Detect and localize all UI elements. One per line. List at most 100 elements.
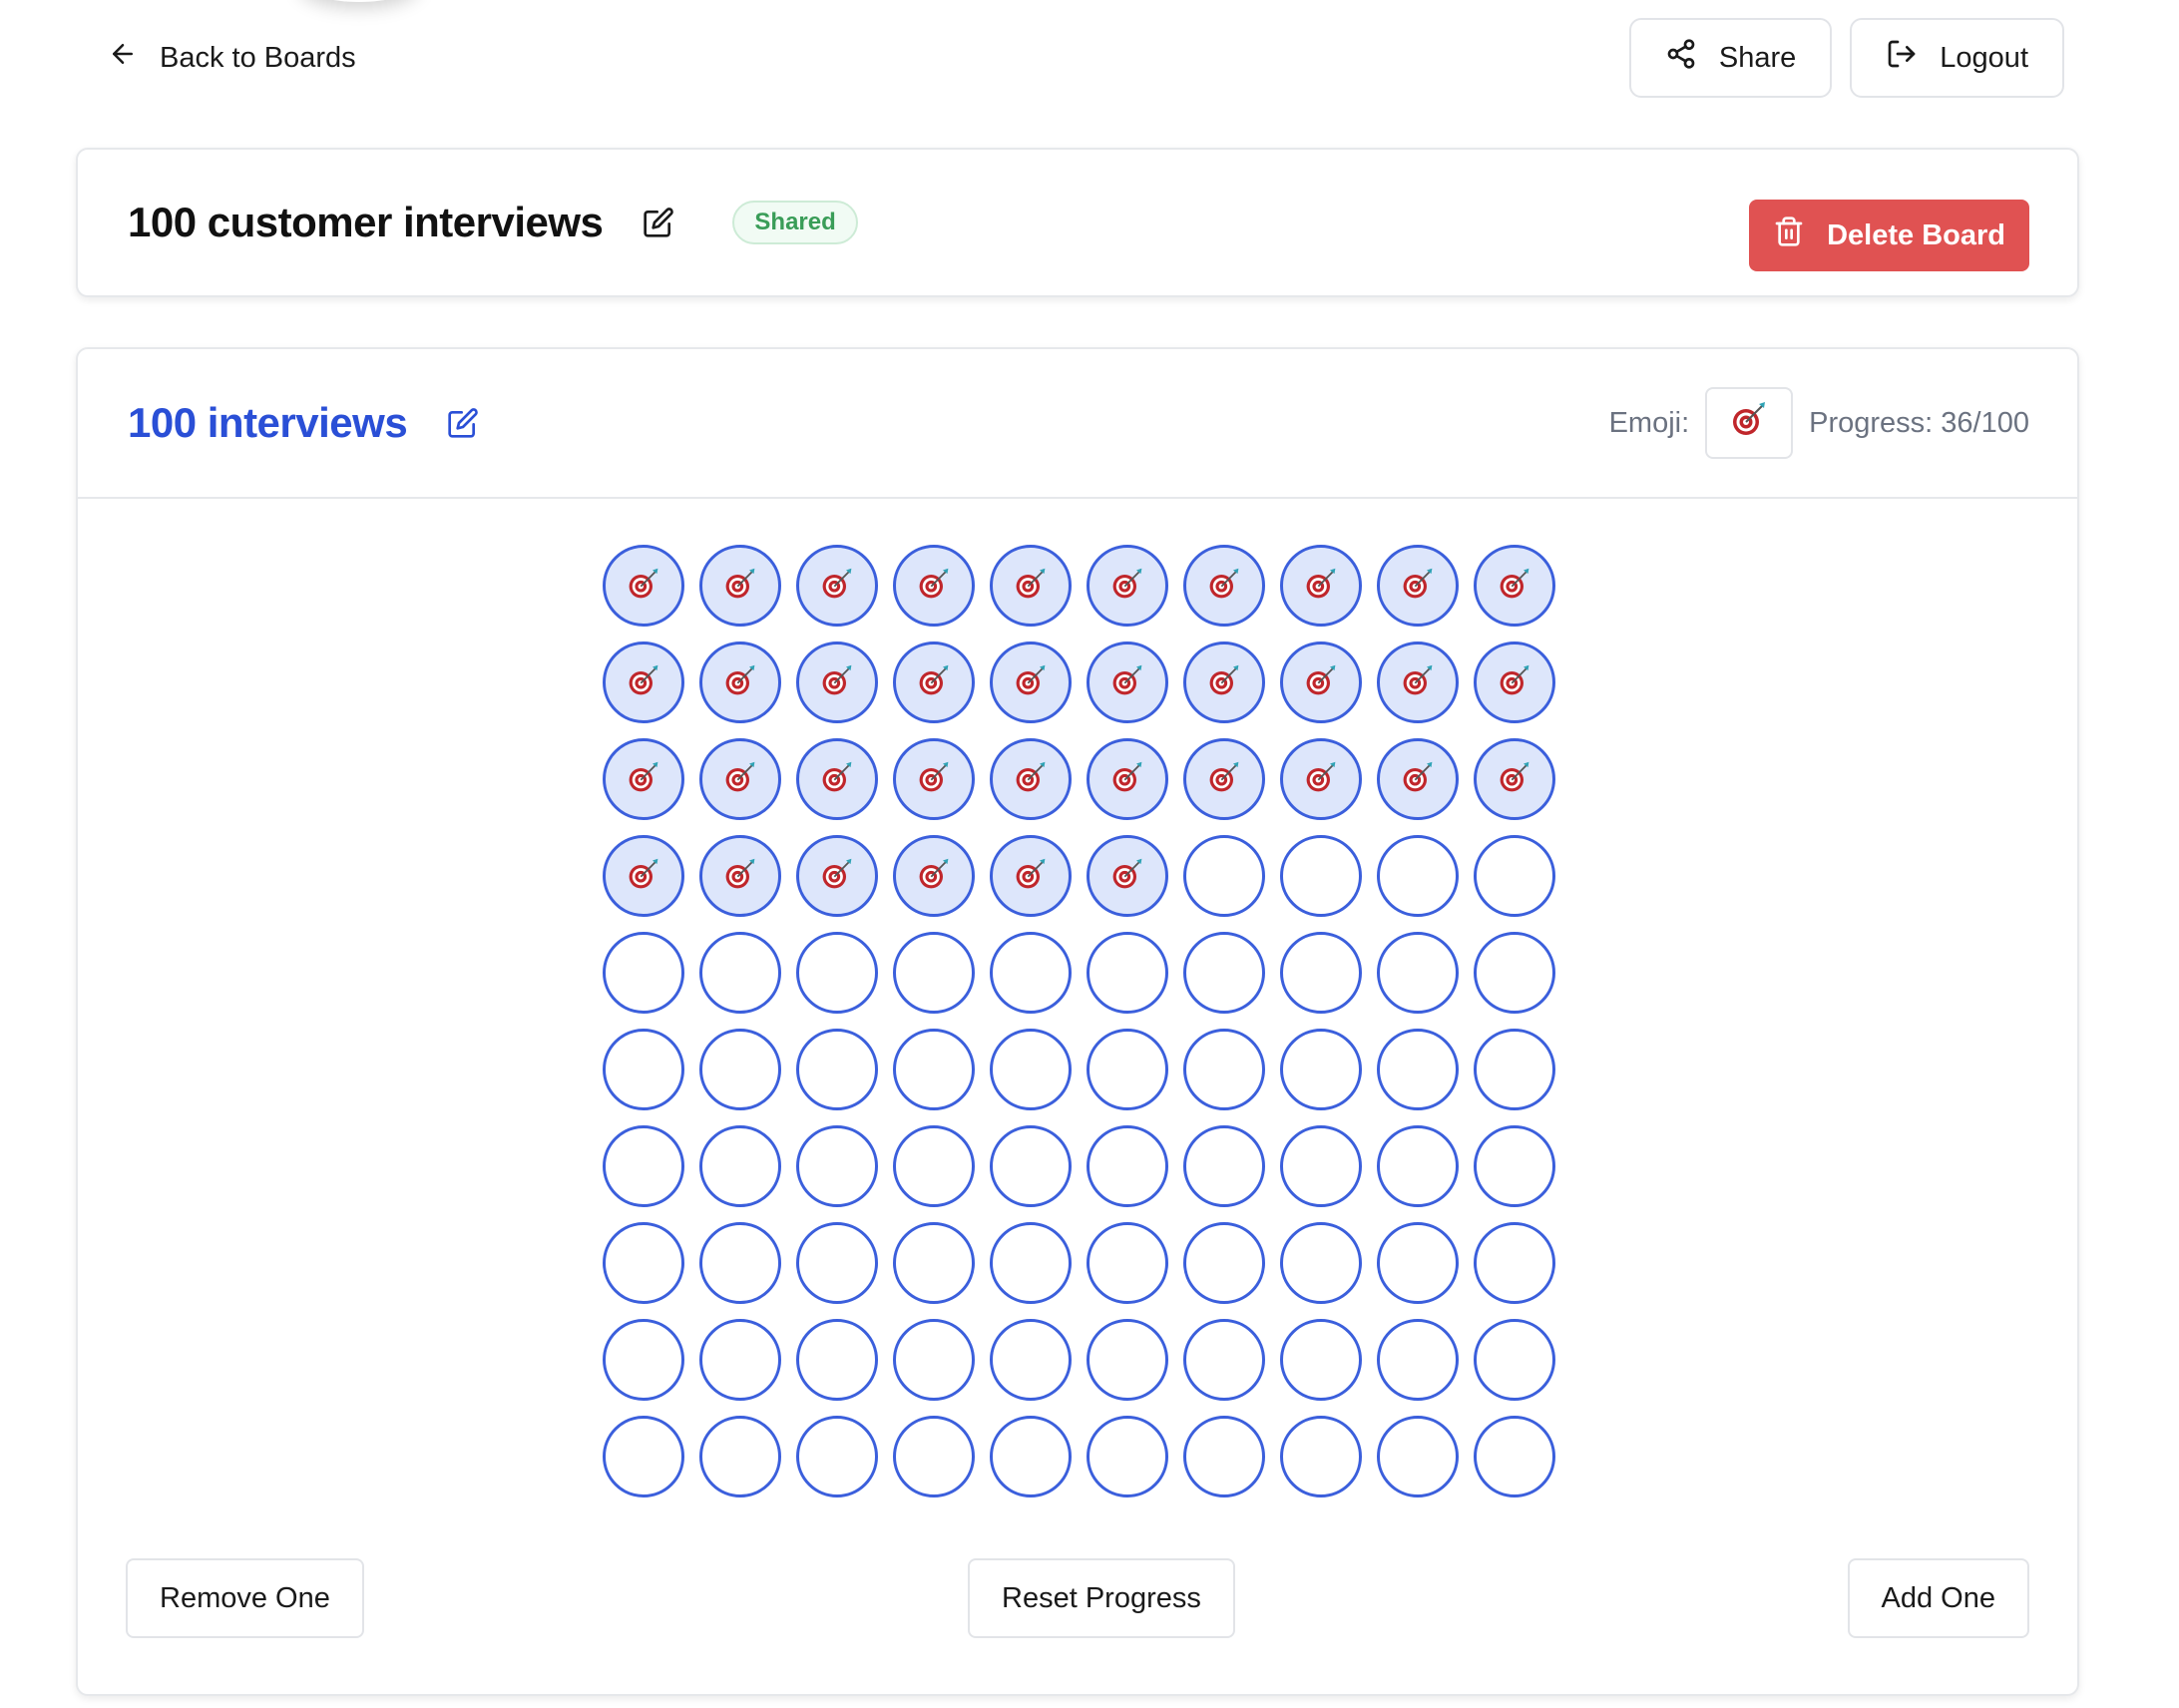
progress-cell-filled[interactable]: [1474, 738, 1555, 820]
progress-cell-filled[interactable]: [603, 545, 684, 627]
progress-cell-filled[interactable]: [1087, 545, 1168, 627]
logout-button[interactable]: Logout: [1850, 18, 2064, 98]
progress-cell-filled[interactable]: [1474, 641, 1555, 723]
progress-cell-empty[interactable]: [796, 1319, 878, 1401]
progress-cell-filled[interactable]: [1377, 641, 1459, 723]
progress-cell-empty[interactable]: [1087, 1029, 1168, 1110]
progress-cell-empty[interactable]: [1183, 1319, 1265, 1401]
progress-cell-empty[interactable]: [1183, 1125, 1265, 1207]
progress-cell-filled[interactable]: [796, 835, 878, 917]
progress-cell-filled[interactable]: [893, 641, 975, 723]
progress-cell-filled[interactable]: [990, 641, 1072, 723]
progress-cell-empty[interactable]: [893, 1125, 975, 1207]
progress-cell-empty[interactable]: [1474, 1029, 1555, 1110]
progress-cell-filled[interactable]: [1474, 545, 1555, 627]
progress-cell-filled[interactable]: [990, 545, 1072, 627]
progress-cell-empty[interactable]: [603, 1319, 684, 1401]
progress-cell-empty[interactable]: [603, 1222, 684, 1304]
progress-cell-empty[interactable]: [1087, 1222, 1168, 1304]
progress-cell-filled[interactable]: [1087, 641, 1168, 723]
progress-cell-empty[interactable]: [893, 1222, 975, 1304]
progress-cell-empty[interactable]: [699, 1125, 781, 1207]
progress-cell-empty[interactable]: [699, 1319, 781, 1401]
progress-cell-empty[interactable]: [893, 1029, 975, 1110]
edit-board-title-icon[interactable]: [643, 207, 674, 238]
progress-cell-filled[interactable]: [796, 641, 878, 723]
progress-cell-filled[interactable]: [893, 738, 975, 820]
progress-cell-filled[interactable]: [1183, 641, 1265, 723]
progress-cell-filled[interactable]: [1280, 545, 1362, 627]
progress-cell-empty[interactable]: [1183, 1222, 1265, 1304]
progress-cell-empty[interactable]: [603, 932, 684, 1014]
progress-cell-empty[interactable]: [1183, 932, 1265, 1014]
progress-cell-filled[interactable]: [1377, 545, 1459, 627]
progress-cell-empty[interactable]: [990, 1125, 1072, 1207]
progress-cell-empty[interactable]: [603, 1029, 684, 1110]
progress-cell-filled[interactable]: [796, 738, 878, 820]
add-one-button[interactable]: Add One: [1847, 1558, 2029, 1638]
progress-cell-empty[interactable]: [893, 932, 975, 1014]
progress-cell-empty[interactable]: [1280, 1222, 1362, 1304]
progress-cell-empty[interactable]: [990, 1222, 1072, 1304]
progress-cell-empty[interactable]: [990, 1029, 1072, 1110]
progress-cell-empty[interactable]: [699, 1029, 781, 1110]
progress-cell-empty[interactable]: [699, 932, 781, 1014]
progress-cell-filled[interactable]: [699, 738, 781, 820]
remove-one-button[interactable]: Remove One: [126, 1558, 364, 1638]
progress-cell-filled[interactable]: [990, 738, 1072, 820]
progress-cell-filled[interactable]: [1377, 738, 1459, 820]
progress-cell-empty[interactable]: [1377, 932, 1459, 1014]
progress-cell-empty[interactable]: [990, 932, 1072, 1014]
progress-cell-empty[interactable]: [1474, 1416, 1555, 1497]
progress-cell-empty[interactable]: [1377, 1416, 1459, 1497]
progress-cell-empty[interactable]: [796, 1222, 878, 1304]
progress-cell-filled[interactable]: [796, 545, 878, 627]
progress-cell-empty[interactable]: [990, 1319, 1072, 1401]
progress-cell-empty[interactable]: [699, 1416, 781, 1497]
progress-cell-empty[interactable]: [796, 1029, 878, 1110]
progress-cell-empty[interactable]: [1377, 1222, 1459, 1304]
progress-cell-empty[interactable]: [1280, 835, 1362, 917]
progress-cell-empty[interactable]: [1087, 1319, 1168, 1401]
progress-cell-empty[interactable]: [1183, 835, 1265, 917]
back-to-boards-link[interactable]: Back to Boards: [108, 36, 356, 80]
progress-cell-empty[interactable]: [796, 1125, 878, 1207]
progress-cell-filled[interactable]: [1280, 641, 1362, 723]
progress-cell-filled[interactable]: [699, 835, 781, 917]
progress-cell-empty[interactable]: [893, 1416, 975, 1497]
delete-board-button[interactable]: Delete Board: [1749, 200, 2029, 271]
progress-cell-empty[interactable]: [1280, 1125, 1362, 1207]
progress-cell-empty[interactable]: [699, 1222, 781, 1304]
progress-cell-empty[interactable]: [1280, 1319, 1362, 1401]
progress-cell-empty[interactable]: [1087, 932, 1168, 1014]
progress-cell-empty[interactable]: [1377, 1125, 1459, 1207]
progress-cell-filled[interactable]: [1183, 738, 1265, 820]
progress-cell-empty[interactable]: [893, 1319, 975, 1401]
progress-cell-empty[interactable]: [1474, 932, 1555, 1014]
reset-progress-button[interactable]: Reset Progress: [968, 1558, 1235, 1638]
progress-cell-filled[interactable]: [603, 835, 684, 917]
progress-cell-filled[interactable]: [699, 545, 781, 627]
progress-cell-empty[interactable]: [603, 1125, 684, 1207]
progress-cell-empty[interactable]: [990, 1416, 1072, 1497]
progress-cell-empty[interactable]: [1474, 1222, 1555, 1304]
progress-cell-empty[interactable]: [1377, 1319, 1459, 1401]
progress-cell-filled[interactable]: [1087, 738, 1168, 820]
progress-cell-empty[interactable]: [796, 932, 878, 1014]
progress-cell-empty[interactable]: [1377, 835, 1459, 917]
progress-cell-empty[interactable]: [603, 1416, 684, 1497]
progress-cell-filled[interactable]: [893, 835, 975, 917]
edit-goal-title-icon[interactable]: [447, 407, 479, 439]
progress-cell-empty[interactable]: [1377, 1029, 1459, 1110]
progress-cell-filled[interactable]: [1280, 738, 1362, 820]
progress-cell-empty[interactable]: [1087, 1416, 1168, 1497]
progress-cell-empty[interactable]: [1474, 835, 1555, 917]
progress-cell-filled[interactable]: [1183, 545, 1265, 627]
progress-cell-filled[interactable]: [603, 738, 684, 820]
progress-cell-empty[interactable]: [1280, 1029, 1362, 1110]
progress-cell-filled[interactable]: [1087, 835, 1168, 917]
emoji-picker-button[interactable]: [1705, 387, 1794, 459]
progress-cell-empty[interactable]: [1280, 1416, 1362, 1497]
progress-cell-empty[interactable]: [1474, 1319, 1555, 1401]
progress-cell-empty[interactable]: [1087, 1125, 1168, 1207]
